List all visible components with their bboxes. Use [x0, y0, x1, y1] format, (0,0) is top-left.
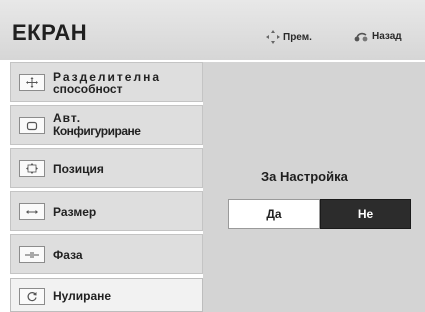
auto-config-icon — [19, 117, 45, 134]
sidebar-menu: Разделителна способност Авт. Конфигурира… — [10, 62, 203, 312]
sidebar-item-label: Авт. — [53, 111, 82, 125]
sidebar-item-label: способност — [53, 82, 123, 96]
screen-settings-window: ЕКРАН Прем. Назад Разделителна способнос… — [0, 0, 425, 312]
sidebar-item-label: Фаза — [53, 248, 83, 262]
sidebar-item-label: Позиция — [53, 162, 104, 176]
back-button-label: Назад — [372, 30, 402, 42]
page-title: ЕКРАН — [12, 20, 88, 45]
sidebar-item-label: Нулиране — [53, 289, 112, 303]
position-icon — [19, 160, 45, 177]
phase-icon — [19, 246, 45, 263]
header-bar: ЕКРАН Прем. Назад — [0, 0, 425, 60]
back-button[interactable]: Назад — [353, 30, 402, 42]
sidebar-item-auto-config[interactable]: Авт. Конфигуриране — [10, 105, 203, 145]
move-button-label: Прем. — [283, 31, 312, 43]
sidebar-item-reset[interactable]: Нулиране — [10, 278, 203, 312]
content-panel: За Настройка Да Не — [203, 62, 425, 312]
no-button[interactable]: Не — [320, 199, 411, 229]
sidebar-item-label: Размер — [53, 205, 97, 219]
sidebar-item-position[interactable]: Позиция — [10, 148, 203, 188]
sidebar-item-resolution[interactable]: Разделителна способност — [10, 62, 203, 102]
back-arrow-icon — [353, 30, 369, 42]
move-arrows-icon — [266, 30, 280, 44]
resolution-icon — [19, 74, 45, 91]
reset-icon — [19, 288, 45, 305]
size-icon — [19, 203, 45, 220]
confirm-prompt: За Настройка — [261, 169, 348, 184]
sidebar-item-phase[interactable]: Фаза — [10, 234, 203, 274]
yes-button[interactable]: Да — [228, 199, 320, 229]
sidebar-item-size[interactable]: Размер — [10, 191, 203, 231]
sidebar-item-label: Конфигуриране — [53, 124, 141, 138]
move-button[interactable]: Прем. — [266, 30, 312, 44]
